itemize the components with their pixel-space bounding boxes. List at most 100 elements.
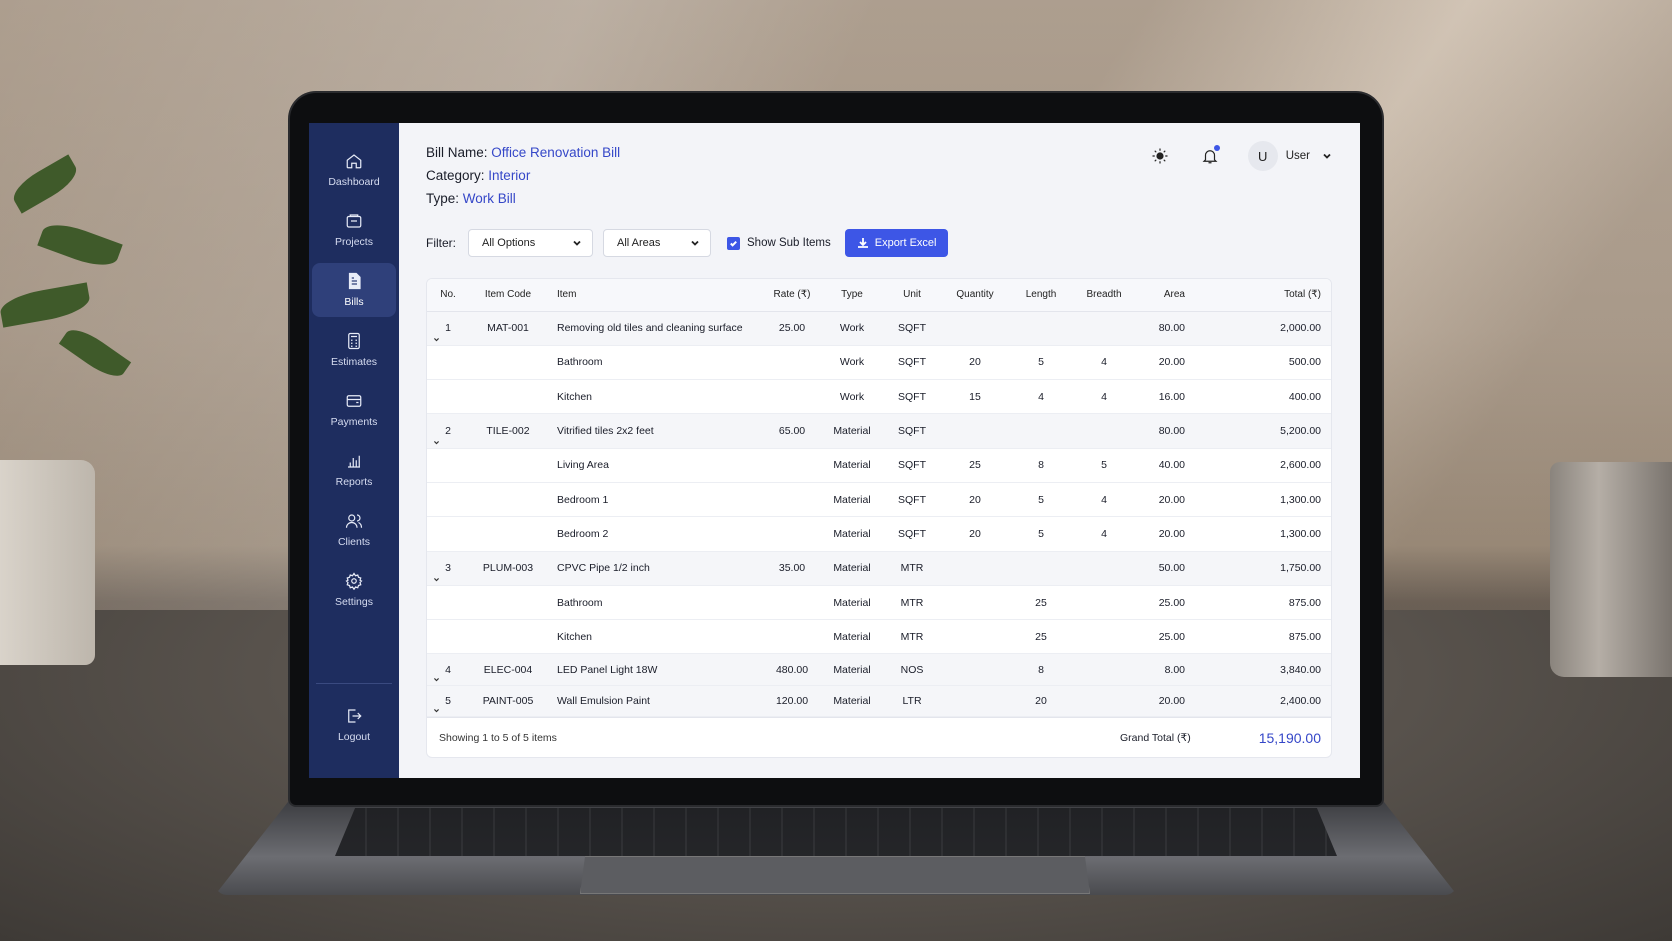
column-header[interactable]: Type (817, 279, 887, 312)
cell-length: 25 (1013, 619, 1069, 655)
bill-name-value: Office Renovation Bill (491, 145, 621, 160)
cell-qty (937, 311, 1013, 346)
table-row[interactable]: 2 TILE-002 Vitrified tiles 2x2 feet 65.00 Ma… (427, 413, 1331, 449)
cell-breadth: 4 (1069, 482, 1139, 518)
table-row[interactable]: 4 ELEC-004 LED Panel Light 18W 480.00 Materi… (427, 653, 1331, 686)
column-header[interactable]: Length (1013, 279, 1069, 312)
table-subrow: Living Area Material SQFT 25 8 5 40.00 2,600.00 (427, 448, 1331, 483)
cell-unit: MTR (887, 585, 937, 621)
table-header: No. Item Code Item Rate (₹) Type Unit Qu… (427, 279, 1331, 312)
cell-total: 2,000.00 (1195, 311, 1331, 346)
category-value: Interior (488, 168, 531, 183)
app-screen: Dashboard Projects Bills Estimates Payme… (309, 123, 1360, 778)
column-header[interactable]: Item Code (469, 279, 547, 312)
sidebar-item-reports[interactable]: Reports (312, 443, 396, 497)
options-select[interactable]: All Options (468, 229, 593, 257)
show-sub-items-toggle[interactable]: Show Sub Items (727, 236, 831, 250)
cell-breadth (1069, 653, 1139, 686)
cell-area: 80.00 (1139, 413, 1195, 449)
show-sub-items-checkbox[interactable] (727, 236, 740, 250)
gear-icon (345, 572, 363, 590)
cell-breadth (1069, 551, 1139, 586)
column-header[interactable]: No. (427, 279, 469, 312)
cell-area: 20.00 (1139, 345, 1195, 381)
table-row[interactable]: 5 PAINT-005 Wall Emulsion Paint 120.00 Mater… (427, 685, 1331, 718)
sidebar-item-dashboard[interactable]: Dashboard (312, 143, 396, 197)
cell-length (1013, 413, 1069, 449)
sidebar-item-projects[interactable]: Projects (312, 203, 396, 257)
cell-no[interactable]: 5 (427, 685, 469, 718)
cell-breadth: 4 (1069, 516, 1139, 552)
chevron-down-icon[interactable] (433, 576, 440, 583)
logout-button[interactable]: Logout (312, 698, 396, 752)
table-row[interactable]: 3 PLUM-003 CPVC Pipe 1/2 inch 35.00 Material… (427, 551, 1331, 586)
bar-chart-icon (348, 455, 360, 468)
cell-area: 20.00 (1139, 685, 1195, 718)
column-header[interactable]: Area (1139, 279, 1195, 312)
theme-toggle-button[interactable] (1148, 144, 1172, 168)
chevron-down-icon[interactable] (433, 707, 440, 714)
cell-breadth (1069, 619, 1139, 655)
chevron-down-icon[interactable] (1322, 151, 1332, 161)
cell-breadth (1069, 685, 1139, 718)
sidebar-item-label: Dashboard (328, 176, 380, 188)
column-header[interactable]: Quantity (937, 279, 1013, 312)
cell-unit: SQFT (887, 345, 937, 381)
cell-item: Kitchen (547, 379, 767, 415)
export-excel-button[interactable]: Export Excel (844, 229, 949, 257)
column-header[interactable]: Item (547, 279, 767, 312)
cell-unit: NOS (887, 653, 937, 686)
table-row[interactable]: 1 MAT-001 Removing old tiles and cleaning … (427, 311, 1331, 346)
sidebar-item-bills[interactable]: Bills (312, 263, 396, 317)
document-icon (348, 272, 361, 290)
cell-total: 875.00 (1195, 585, 1331, 621)
cell-length: 5 (1013, 516, 1069, 552)
sidebar-item-label: Bills (344, 296, 364, 308)
column-header[interactable]: Rate (₹) (767, 279, 817, 312)
cell-unit: MTR (887, 551, 937, 586)
cell-no[interactable]: 3 (427, 551, 469, 586)
chevron-down-icon[interactable] (433, 439, 440, 446)
cell-qty: 20 (937, 345, 1013, 381)
cell-item: LED Panel Light 18W (547, 653, 767, 686)
cell-qty (937, 413, 1013, 449)
cell-qty (937, 551, 1013, 586)
grand-total-value: 15,190.00 (1258, 729, 1321, 746)
sun-icon (1152, 148, 1168, 164)
cell-type: Material (817, 413, 887, 449)
sidebar-item-estimates[interactable]: Estimates (312, 323, 396, 377)
table-subrow: Bedroom 2 Material SQFT 20 5 4 20.00 1,300.00 (427, 516, 1331, 552)
cell-unit: SQFT (887, 413, 937, 449)
sidebar-item-clients[interactable]: Clients (312, 503, 396, 557)
notifications-button[interactable] (1198, 144, 1222, 168)
cell-area: 25.00 (1139, 619, 1195, 655)
cell-code: TILE-002 (469, 413, 547, 449)
cell-code: MAT-001 (469, 311, 547, 346)
cell-no (427, 619, 469, 655)
column-header[interactable]: Breadth (1069, 279, 1139, 312)
plant-pot (0, 460, 95, 665)
cell-no[interactable]: 2 (427, 413, 469, 449)
chevron-down-icon[interactable] (433, 336, 440, 343)
column-header[interactable]: Unit (887, 279, 937, 312)
cell-total: 1,300.00 (1195, 516, 1331, 552)
users-icon (345, 514, 363, 528)
sidebar-item-settings[interactable]: Settings (312, 563, 396, 617)
laptop-keyboard (335, 808, 1337, 856)
cell-qty: 15 (937, 379, 1013, 415)
column-header[interactable]: Total (₹) (1195, 279, 1331, 312)
cell-type: Work (817, 379, 887, 415)
avatar[interactable]: U (1247, 141, 1278, 171)
cell-item: Kitchen (547, 619, 767, 655)
chevron-down-icon[interactable] (433, 676, 440, 683)
mug (1550, 462, 1672, 677)
cell-type: Material (817, 685, 887, 718)
cell-area: 20.00 (1139, 482, 1195, 518)
cell-no[interactable]: 1 (427, 311, 469, 346)
options-select-value: All Options (482, 237, 536, 249)
areas-select[interactable]: All Areas (603, 229, 711, 257)
cell-total: 3,840.00 (1195, 653, 1331, 686)
cell-no[interactable]: 4 (427, 653, 469, 686)
user-name[interactable]: User (1286, 150, 1310, 162)
sidebar-item-payments[interactable]: Payments (312, 383, 396, 437)
